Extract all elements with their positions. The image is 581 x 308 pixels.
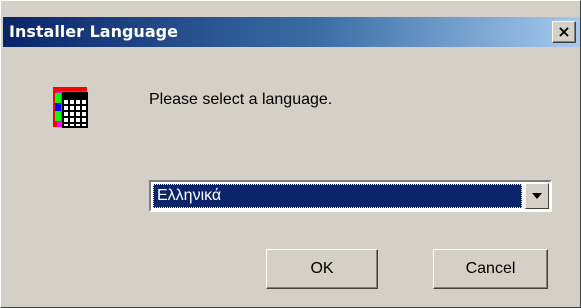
installer-grid-icon	[53, 87, 97, 131]
cancel-button[interactable]: Cancel	[433, 249, 548, 289]
language-prompt: Please select a language.	[149, 91, 333, 108]
dropdown-button[interactable]	[525, 183, 549, 209]
ok-button[interactable]: OK	[266, 249, 378, 289]
close-icon: ×	[557, 22, 571, 41]
close-button[interactable]: ×	[552, 21, 576, 43]
language-select[interactable]: Ελληνικά	[149, 180, 552, 212]
chevron-down-icon	[532, 193, 542, 199]
window-title: Installer Language	[9, 22, 178, 41]
title-bar[interactable]: Installer Language ×	[3, 17, 580, 47]
language-select-value[interactable]: Ελληνικά	[153, 184, 522, 208]
installer-language-dialog: Installer Language × Please select a lan…	[0, 0, 581, 308]
